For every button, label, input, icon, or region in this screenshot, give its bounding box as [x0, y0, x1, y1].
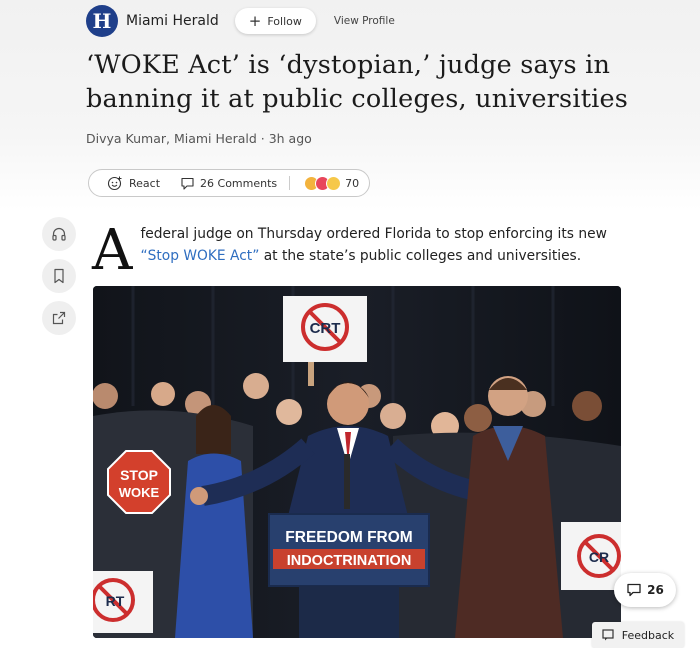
crt-sign-right: CR — [561, 522, 621, 590]
save-button[interactable] — [42, 259, 76, 293]
bookmark-icon — [54, 268, 64, 284]
floating-comments-button[interactable]: 26 — [614, 573, 676, 607]
headphones-icon — [52, 227, 66, 241]
lede-text-2: at the state’s public colleges and unive… — [259, 248, 582, 264]
crt-sign-top-text: CRT — [310, 320, 341, 337]
publisher-name[interactable]: Miami Herald — [126, 13, 219, 29]
publisher-logo[interactable]: H — [86, 5, 118, 37]
reaction-emoji-icons — [304, 175, 342, 191]
woke-sign-text: WOKE — [119, 485, 160, 500]
side-toolbar — [42, 217, 76, 343]
engagement-bar: React 26 Comments 70 — [88, 169, 370, 197]
lede-text-1: federal judge on Thursday ordered Florid… — [140, 226, 607, 242]
react-button[interactable]: React — [107, 175, 160, 191]
reaction-count: 70 — [345, 176, 360, 190]
follow-label: Follow — [267, 14, 302, 28]
reactions-summary[interactable]: 70 — [304, 175, 360, 191]
stop-woke-act-link[interactable]: “Stop WOKE Act” — [140, 248, 259, 264]
podium-text-line2: INDOCTRINATION — [287, 553, 412, 569]
listen-button[interactable] — [42, 217, 76, 251]
publisher-row: H Miami Herald + Follow View Profile — [86, 5, 395, 37]
logo-letter: H — [92, 9, 112, 33]
article-byline: Divya Kumar, Miami Herald · 3h ago — [86, 131, 312, 146]
article-lede: Afederal judge on Thursday ordered Flori… — [92, 218, 630, 283]
article-photo[interactable]: CRT STOP WOKE FREEDOM FROM INDOCTRINATIO… — [93, 286, 621, 638]
floating-comment-count: 26 — [647, 583, 664, 597]
comment-icon — [181, 177, 194, 190]
drop-cap: A — [92, 218, 133, 283]
comments-label: 26 Comments — [200, 176, 278, 190]
react-label: React — [129, 176, 161, 190]
stop-sign-text: STOP — [120, 467, 158, 483]
laugh-icon — [326, 175, 342, 191]
comment-bubble-icon — [627, 583, 641, 597]
feedback-label: Feedback — [621, 628, 675, 642]
plus-icon: + — [248, 11, 262, 30]
comments-button[interactable]: 26 Comments — [180, 176, 277, 191]
crt-sign-right-text: CR — [589, 549, 609, 565]
rally-photo-illustration: CRT STOP WOKE FREEDOM FROM INDOCTRINATIO… — [93, 286, 621, 638]
follow-button[interactable]: + Follow — [234, 8, 316, 34]
podium-text-line1: FREEDOM FROM — [285, 529, 412, 546]
view-profile-link[interactable]: View Profile — [334, 15, 395, 27]
feedback-button[interactable]: Feedback — [592, 622, 684, 648]
stop-woke-sign: STOP WOKE — [107, 450, 171, 514]
crt-sign-left-text: RT — [106, 593, 125, 609]
smiley-plus-icon — [107, 176, 122, 191]
share-button[interactable] — [42, 301, 76, 335]
article-headline: ‘WOKE Act’ is ‘dystopian,’ judge says in… — [86, 50, 629, 114]
feedback-icon — [602, 629, 614, 641]
crt-sign-left: RT — [93, 571, 153, 633]
pill-divider — [289, 176, 291, 190]
share-icon — [52, 311, 66, 325]
